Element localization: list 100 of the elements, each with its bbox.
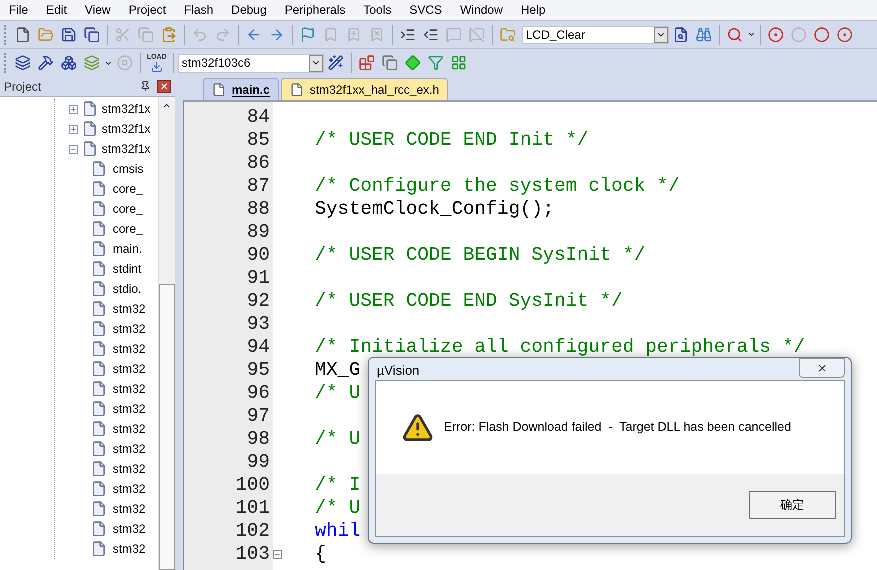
line-number: 101 — [236, 497, 270, 520]
line-number: 97 — [247, 405, 270, 428]
file-icon — [290, 82, 304, 96]
tree-item[interactable]: stm32 — [113, 500, 146, 518]
file-icon — [91, 441, 107, 457]
tree-item[interactable]: core_ — [113, 180, 144, 198]
warning-icon — [402, 412, 434, 444]
file-icon — [91, 381, 107, 397]
tree-item[interactable]: stdio. — [113, 280, 142, 298]
ok-button[interactable]: 确定 — [749, 491, 836, 519]
tree-item[interactable]: stm32f1x — [102, 120, 151, 138]
tree-item[interactable]: stm32 — [113, 420, 146, 438]
line-number: 95 — [247, 359, 270, 382]
tree-item[interactable]: stm32f1x — [102, 140, 151, 158]
line-number: 86 — [247, 152, 270, 175]
toolbar-grip[interactable] — [4, 24, 7, 44]
file-icon — [91, 481, 107, 497]
code-line: /* I — [315, 474, 361, 496]
file-icon — [91, 181, 107, 197]
tree-item[interactable]: stm32f1x — [102, 100, 151, 118]
line-number: 91 — [247, 267, 270, 290]
tree-item[interactable]: stm32 — [113, 360, 146, 378]
line-number: 96 — [247, 382, 270, 405]
expander-icon[interactable] — [69, 104, 78, 114]
plus-icon — [70, 126, 77, 132]
tree-item[interactable]: stm32 — [113, 440, 146, 458]
menu-item[interactable]: Help — [521, 1, 546, 19]
line-number: 93 — [247, 313, 270, 336]
code-line: /* USER CODE BEGIN SysInit */ — [315, 244, 646, 266]
line-number: 90 — [247, 244, 270, 267]
code-line: /* Initialize all configured peripherals */ — [315, 336, 806, 358]
file-icon — [91, 161, 107, 177]
tree-item[interactable]: stm32 — [113, 340, 146, 358]
menu-item[interactable]: Project — [128, 1, 166, 19]
code-line: SystemClock_Config(); — [315, 198, 554, 220]
error-message: Error: Flash Download failed - Target DLL has been cancelled — [444, 419, 792, 436]
menu-item[interactable]: File — [9, 1, 28, 19]
close-button[interactable] — [799, 358, 845, 378]
pin-icon[interactable] — [140, 81, 151, 92]
line-number: 100 — [236, 474, 270, 497]
editor-tab[interactable]: main.c — [203, 78, 280, 100]
line-number: 98 — [247, 428, 270, 451]
target-combo[interactable]: stm32f103c6 — [178, 54, 324, 72]
code-line: MX_G — [315, 359, 361, 381]
code-line: /* Configure the system clock */ — [315, 175, 680, 197]
scroll-thumb[interactable] — [159, 284, 175, 570]
expander-icon[interactable] — [69, 144, 78, 154]
plus-icon — [70, 106, 77, 112]
file-icon — [91, 321, 107, 337]
menu-item[interactable]: View — [85, 1, 111, 19]
file-icon — [82, 101, 98, 117]
menu-item[interactable]: Debug — [232, 1, 267, 19]
tree-item[interactable]: stm32 — [113, 300, 146, 318]
line-number: 99 — [247, 451, 270, 474]
close-icon[interactable] — [157, 80, 171, 93]
tree-item[interactable]: stm32 — [113, 460, 146, 478]
dropdown-icon[interactable] — [309, 54, 323, 72]
file-icon — [212, 82, 226, 96]
file-icon — [82, 121, 98, 137]
code-line: /* USER CODE END Init */ — [315, 129, 589, 151]
panel-title: Project — [4, 78, 42, 96]
tree-item[interactable]: stm32 — [113, 520, 146, 538]
code-line: /* U — [315, 497, 361, 519]
line-number: 92 — [247, 290, 270, 313]
tree-item[interactable]: stm32 — [113, 400, 146, 418]
tree-item[interactable]: stdint — [113, 260, 142, 278]
menu-item[interactable]: Tools — [364, 1, 392, 19]
close-icon — [816, 362, 828, 374]
menu-item[interactable]: Edit — [46, 1, 68, 19]
tree-item[interactable]: stm32 — [113, 480, 146, 498]
file-icon — [82, 141, 98, 157]
menu-item[interactable]: Flash — [184, 1, 214, 19]
menu-item[interactable]: Window — [460, 1, 503, 19]
file-icon — [91, 401, 107, 417]
tree-item[interactable]: core_ — [113, 220, 144, 238]
expander-icon[interactable] — [69, 124, 78, 134]
tree-item[interactable]: main. — [113, 240, 142, 258]
file-icon — [91, 201, 107, 217]
function-combo[interactable]: LCD_Clear — [522, 26, 669, 44]
file-icon — [91, 341, 107, 357]
caret-icon[interactable] — [747, 30, 756, 39]
tree-item[interactable]: core_ — [113, 200, 144, 218]
menu-item[interactable]: SVCS — [410, 1, 442, 19]
code-line: { — [315, 543, 326, 565]
scrollbar[interactable] — [158, 97, 175, 570]
file-icon — [91, 281, 107, 297]
code-line: whil — [315, 520, 361, 542]
tree-item[interactable]: cmsis — [113, 160, 144, 178]
menu-item[interactable]: Peripherals — [284, 1, 346, 19]
line-number: 85 — [247, 129, 270, 152]
tree-item[interactable]: stm32 — [113, 320, 146, 338]
dropdown-icon[interactable] — [654, 26, 668, 42]
file-icon — [91, 421, 107, 437]
fold-marker-icon[interactable] — [273, 550, 282, 559]
tree-item[interactable]: stm32 — [113, 380, 146, 398]
file-icon — [91, 541, 107, 557]
file-icon — [91, 501, 107, 517]
editor-tab[interactable]: stm32f1xx_hal_rcc_ex.h — [281, 78, 448, 100]
toolbar-grip[interactable] — [4, 53, 7, 73]
tree-item[interactable]: stm32 — [113, 540, 146, 558]
